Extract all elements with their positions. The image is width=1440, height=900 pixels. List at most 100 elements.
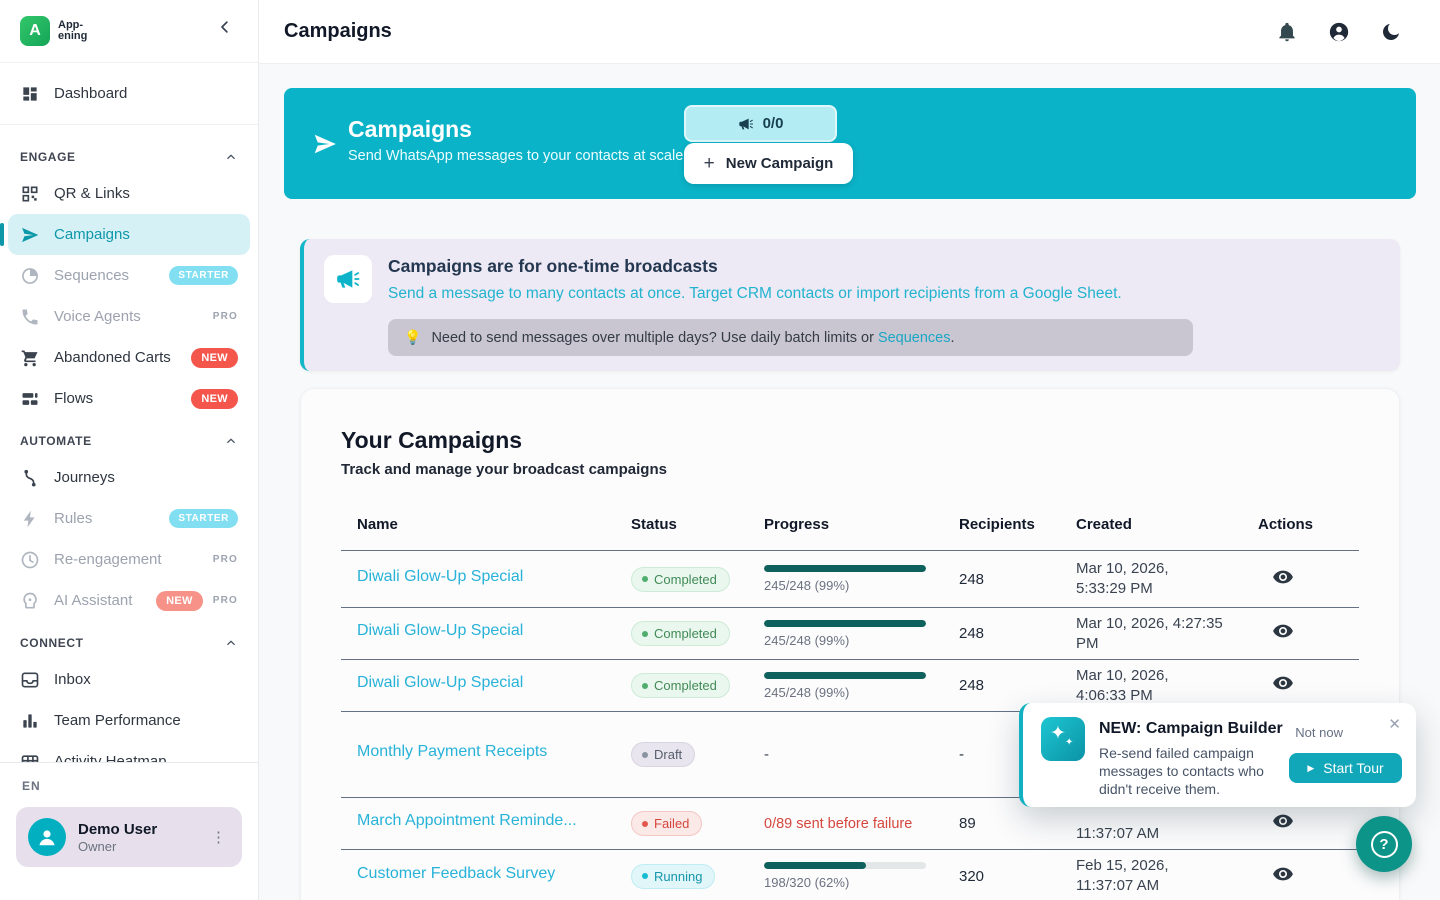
column-header-progress: Progress (764, 516, 959, 533)
sidebar-item-dashboard[interactable]: Dashboard (8, 73, 250, 114)
sidebar-item-qr-links[interactable]: QR & Links (8, 173, 250, 214)
sidebar-item-label: Re-engagement (54, 551, 162, 568)
start-tour-button[interactable]: ▶ Start Tour (1289, 753, 1402, 783)
close-icon[interactable]: ✕ (1388, 715, 1401, 733)
play-icon: ▶ (1307, 763, 1314, 774)
info-description: Send a message to many contacts at once.… (388, 285, 1122, 303)
banner-title: Campaigns (348, 116, 472, 143)
language-selector[interactable]: EN (16, 771, 242, 807)
user-role: Owner (78, 839, 157, 854)
table-header-row: Name Status Progress Recipients Created … (341, 499, 1359, 551)
campaign-name-link[interactable]: Monthly Payment Receipts (357, 743, 547, 761)
recipients-value: 89 (959, 815, 1076, 832)
view-campaign-button[interactable] (1258, 672, 1294, 697)
your-campaigns-card: Your Campaigns Track and manage your bro… (300, 388, 1400, 900)
sidebar-item-abandoned-carts[interactable]: Abandoned CartsNEW (8, 337, 250, 378)
app-logo[interactable]: A App- ening (20, 16, 87, 46)
view-campaign-button[interactable] (1258, 566, 1294, 591)
qr-icon (20, 184, 40, 204)
recipients-value: 248 (959, 625, 1076, 642)
campaign-name-link[interactable]: Customer Feedback Survey (357, 865, 555, 883)
sidebar-item-label: Rules (54, 510, 92, 527)
new-campaign-button[interactable]: + New Campaign (684, 143, 853, 184)
status-dot-icon (642, 873, 648, 879)
progress-bar: 245/248 (99%) (764, 565, 926, 593)
sidebar-item-label: Activity Heatmap (54, 753, 167, 762)
view-campaign-button[interactable] (1258, 810, 1294, 835)
eye-icon (1272, 566, 1294, 588)
campaign-name-link[interactable]: Diwali Glow-Up Special (357, 674, 523, 692)
app-logo-text: App- ening (58, 20, 87, 43)
created-value: Mar 10, 2026, 4:27:35 PM (1076, 614, 1258, 654)
created-value: 11:37:07 AM (1076, 804, 1258, 844)
cart-icon (20, 348, 40, 368)
section-header-connect[interactable]: CONNECT (8, 621, 250, 659)
banner-subtitle: Send WhatsApp messages to your contacts … (348, 148, 683, 164)
progress-label: 245/248 (99%) (764, 578, 926, 593)
sidebar-collapse-button[interactable] (216, 18, 242, 44)
progress-label: 245/248 (99%) (764, 685, 926, 700)
card-title: Your Campaigns (341, 425, 1359, 455)
sidebar-item-voice-agents[interactable]: Voice AgentsPRO (8, 296, 250, 337)
plus-icon: + (704, 154, 715, 173)
sidebar-item-label: Voice Agents (54, 308, 141, 325)
clock-icon (20, 550, 40, 570)
dashboard-icon (20, 84, 40, 104)
progress-label: 198/320 (62%) (764, 875, 926, 890)
help-button[interactable]: ? (1356, 816, 1412, 872)
sidebar-item-sequences[interactable]: SequencesSTARTER (8, 255, 250, 296)
sidebar-header: A App- ening (0, 0, 258, 63)
sidebar-divider (0, 124, 258, 125)
sidebar-sections: ENGAGEQR & LinksCampaignsSequencesSTARTE… (8, 135, 250, 762)
sidebar-item-campaigns[interactable]: Campaigns (8, 214, 250, 255)
megaphone-icon (335, 266, 361, 292)
avatar (28, 818, 66, 856)
sidebar: A App- ening Dashboard ENGAGEQR & LinksC… (0, 0, 259, 900)
sidebar-item-label: Sequences (54, 267, 129, 284)
status-badge: Completed (631, 673, 730, 698)
campaign-name-link[interactable]: March Appointment Reminde... (357, 812, 577, 830)
campaign-name-link[interactable]: Diwali Glow-Up Special (357, 622, 523, 640)
sidebar-item-flows[interactable]: FlowsNEW (8, 378, 250, 419)
view-campaign-button[interactable] (1258, 863, 1294, 888)
info-title: Campaigns are for one-time broadcasts (388, 256, 718, 277)
status-badge: Running (631, 864, 715, 889)
eye-icon (1272, 672, 1294, 694)
sidebar-item-inbox[interactable]: Inbox (8, 659, 250, 700)
sidebar-item-activity-heatmap[interactable]: Activity Heatmap (8, 741, 250, 762)
status-dot-icon (642, 576, 648, 582)
app-logo-icon: A (20, 16, 50, 46)
table-row: Diwali Glow-Up SpecialCompleted245/248 (… (341, 551, 1359, 608)
column-header-actions: Actions (1258, 516, 1361, 533)
user-menu-button[interactable]: ⋮ (203, 824, 234, 850)
sidebar-item-rules[interactable]: RulesSTARTER (8, 498, 250, 539)
sidebar-item-team-performance[interactable]: Team Performance (8, 700, 250, 741)
table-row: Customer Feedback Survey Running 198/320 (… (341, 850, 1359, 900)
section-header-automate[interactable]: AUTOMATE (8, 419, 250, 457)
user-icon (28, 818, 66, 856)
question-mark-icon: ? (1371, 831, 1398, 858)
view-campaign-button[interactable] (1258, 620, 1294, 645)
sidebar-item-re-engagement[interactable]: Re-engagementPRO (8, 539, 250, 580)
lightbulb-icon: 💡 (404, 329, 421, 346)
inbox-icon (20, 670, 40, 690)
user-card[interactable]: Demo User Owner ⋮ (16, 807, 242, 867)
not-now-button[interactable]: Not now (1295, 725, 1343, 740)
account-icon[interactable] (1328, 21, 1350, 43)
dark-mode-toggle-icon[interactable] (1380, 21, 1402, 43)
popup-title: NEW: Campaign Builder (1099, 720, 1283, 738)
flow-icon (20, 389, 40, 409)
sidebar-item-ai-assistant[interactable]: AI AssistantNEWPRO (8, 580, 250, 621)
campaign-name-link[interactable]: Diwali Glow-Up Special (357, 568, 523, 586)
sidebar-item-journeys[interactable]: Journeys (8, 457, 250, 498)
status-dot-icon (642, 752, 648, 758)
sequence-icon (20, 266, 40, 286)
tip-box: 💡 Need to send messages over multiple da… (388, 319, 1193, 356)
progress-error-text: 0/89 sent before failure (764, 816, 912, 832)
sequences-link[interactable]: Sequences (878, 330, 951, 346)
phone-icon (20, 307, 40, 327)
recipients-value: 248 (959, 677, 1076, 694)
section-header-engage[interactable]: ENGAGE (8, 135, 250, 173)
campaign-counter-badge[interactable]: 0/0 (684, 105, 837, 142)
notifications-bell-icon[interactable] (1276, 21, 1298, 43)
